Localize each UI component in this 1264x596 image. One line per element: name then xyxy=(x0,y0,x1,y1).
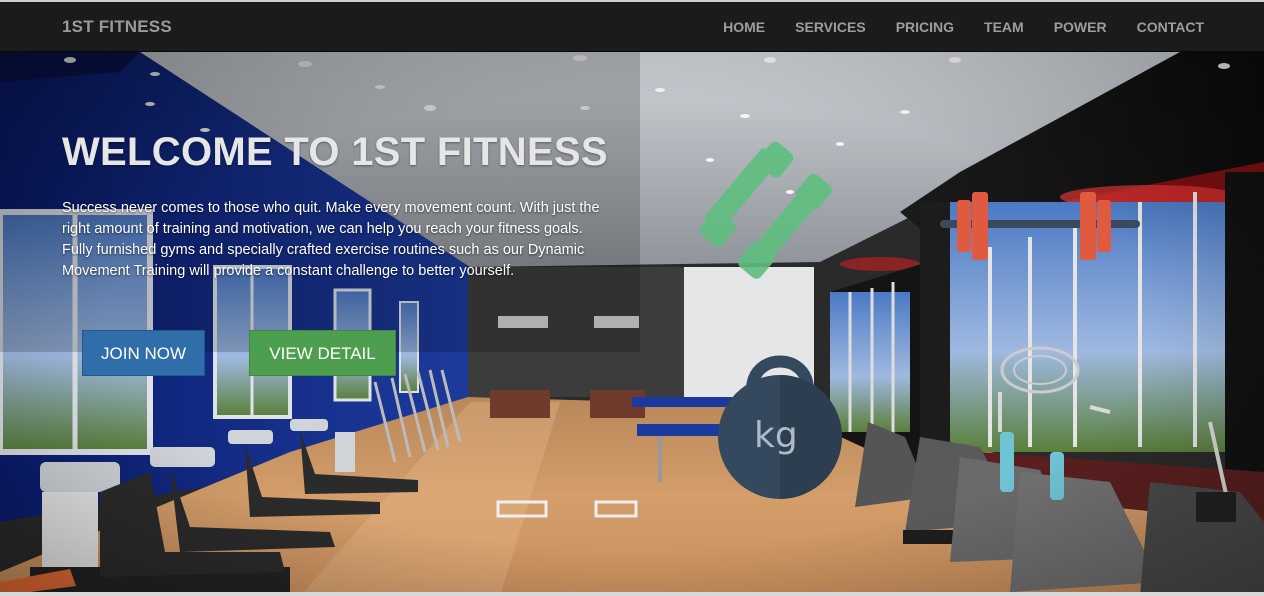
nav-item-home[interactable]: HOME xyxy=(723,19,765,35)
bottom-scrollbar[interactable] xyxy=(0,592,1264,596)
hero-title: WELCOME TO 1ST FITNESS xyxy=(62,130,608,174)
view-detail-button[interactable]: VIEW DETAIL xyxy=(249,330,396,376)
nav-item-power[interactable]: POWER xyxy=(1054,19,1107,35)
navbar: 1ST FITNESS HOME SERVICES PRICING TEAM P… xyxy=(0,0,1264,52)
hero-description: Success never comes to those who quit. M… xyxy=(62,200,600,279)
nav-item-services[interactable]: SERVICES xyxy=(795,19,866,35)
nav-item-team[interactable]: TEAM xyxy=(984,19,1024,35)
join-now-button[interactable]: JOIN NOW xyxy=(82,330,205,376)
kettlebell-label: kg xyxy=(754,415,798,456)
nav-item-pricing[interactable]: PRICING xyxy=(896,19,954,35)
hero-section: kg WELCOME TO 1ST FITNESS Success never … xyxy=(0,52,1264,596)
brand-logo[interactable]: 1ST FITNESS xyxy=(62,17,172,37)
nav-menu: HOME SERVICES PRICING TEAM POWER CONTACT xyxy=(693,19,1204,35)
page: 1ST FITNESS HOME SERVICES PRICING TEAM P… xyxy=(0,0,1264,596)
nav-item-contact[interactable]: CONTACT xyxy=(1137,19,1204,35)
